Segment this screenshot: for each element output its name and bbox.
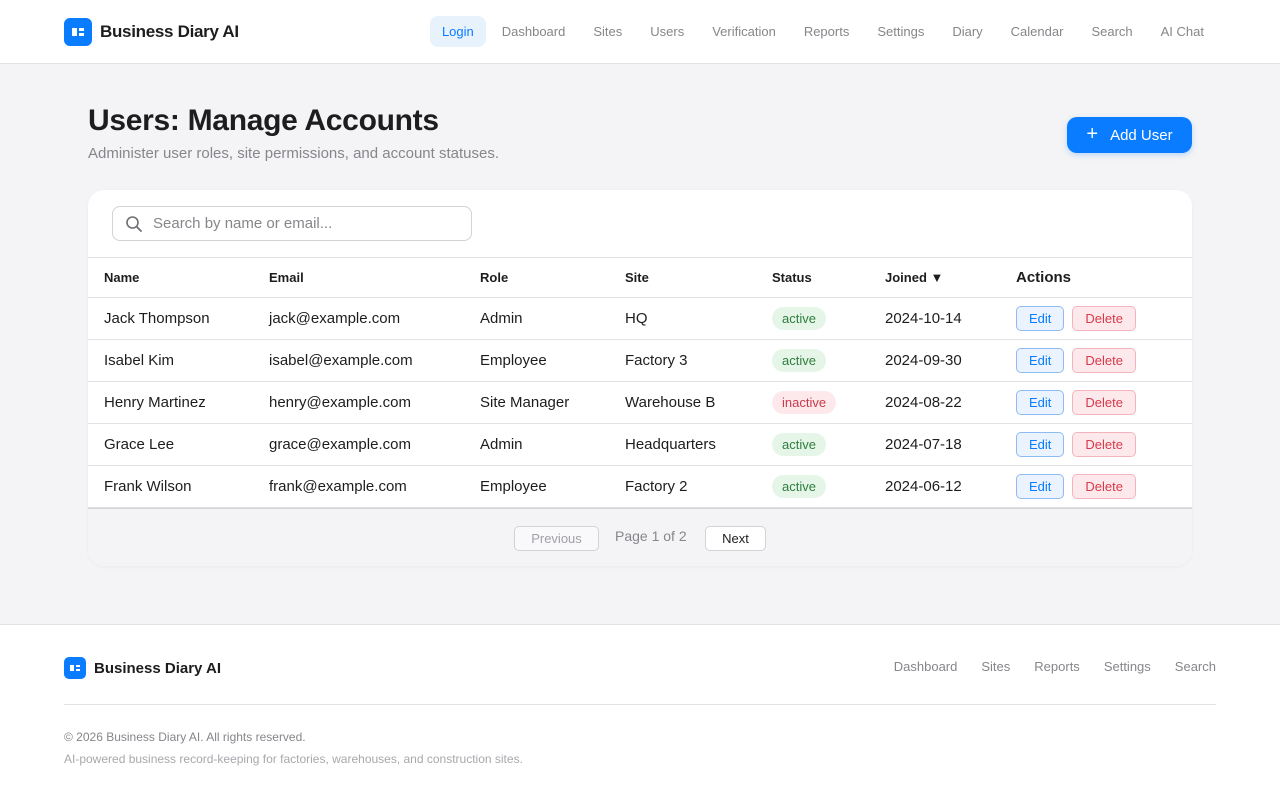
search-box[interactable]	[112, 206, 472, 241]
cell-joined: 2024-06-12	[885, 478, 962, 495]
nav-login[interactable]: Login	[429, 16, 486, 47]
cell-joined: 2024-07-18	[885, 436, 962, 453]
status-badge: inactive	[772, 391, 837, 414]
search-icon	[126, 216, 142, 232]
page-title: Users: Manage Accounts	[88, 104, 439, 137]
footer: Business Diary AI Dashboard Sites Report…	[0, 624, 1280, 800]
edit-button[interactable]: Edit	[1016, 432, 1065, 457]
cell-site: Headquarters	[625, 436, 716, 453]
table-row: Frank Wilson frank@example.com Employee …	[88, 466, 1192, 508]
footer-link-sites[interactable]: Sites	[981, 659, 1010, 674]
users-table: Name Email Role Site Status Joined ▼ Act…	[88, 257, 1192, 508]
cell-joined: 2024-08-22	[885, 394, 962, 411]
footer-link-dashboard[interactable]: Dashboard	[894, 659, 958, 674]
nav-verification[interactable]: Verification	[700, 16, 788, 47]
cell-email: jack@example.com	[269, 310, 401, 327]
delete-button[interactable]: Delete	[1072, 390, 1136, 415]
status-badge: active	[772, 433, 826, 456]
top-header: Business Diary AI Login Dashboard Sites …	[0, 0, 1280, 64]
cell-role: Admin	[480, 310, 523, 327]
cell-site: HQ	[625, 310, 648, 327]
status-badge: active	[772, 349, 826, 372]
table-header-row: Name Email Role Site Status Joined ▼ Act…	[88, 257, 1192, 298]
cell-joined: 2024-09-30	[885, 352, 962, 369]
nav-reports[interactable]: Reports	[792, 16, 862, 47]
next-page-button[interactable]: Next	[705, 526, 766, 551]
logo-icon	[64, 657, 86, 679]
delete-button[interactable]: Delete	[1072, 306, 1136, 331]
cell-site: Factory 3	[625, 352, 688, 369]
col-header-actions: Actions	[1016, 269, 1072, 286]
cell-role: Admin	[480, 436, 523, 453]
cell-role: Site Manager	[480, 394, 570, 411]
col-header-joined[interactable]: Joined ▼	[869, 258, 1000, 298]
footer-tagline: AI-powered business record-keeping for f…	[64, 752, 523, 766]
nav-ai-chat[interactable]: AI Chat	[1149, 16, 1216, 47]
col-header-site[interactable]: Site	[609, 258, 756, 298]
delete-button[interactable]: Delete	[1072, 474, 1136, 499]
add-user-button[interactable]: + Add User	[1067, 117, 1192, 153]
logo-icon	[64, 18, 92, 46]
nav-diary[interactable]: Diary	[940, 16, 994, 47]
brand-name: Business Diary AI	[100, 22, 239, 41]
cell-site: Warehouse B	[625, 394, 716, 411]
cell-joined: 2024-10-14	[885, 310, 962, 327]
footer-divider	[64, 704, 1216, 705]
footer-brand[interactable]: Business Diary AI	[64, 657, 221, 679]
users-card: Name Email Role Site Status Joined ▼ Act…	[88, 190, 1192, 566]
pagination: Previous Page 1 of 2 Next	[88, 508, 1192, 566]
cell-name: Isabel Kim	[104, 352, 175, 369]
nav-users[interactable]: Users	[638, 16, 696, 47]
footer-copyright: © 2026 Business Diary AI. All rights res…	[64, 730, 306, 744]
nav-settings[interactable]: Settings	[865, 16, 936, 47]
page-indicator: Page 1 of 2	[615, 528, 687, 544]
status-badge: active	[772, 307, 826, 330]
cell-name: Frank Wilson	[104, 478, 192, 495]
col-header-status[interactable]: Status	[756, 258, 869, 298]
cell-email: grace@example.com	[269, 436, 411, 453]
cell-role: Employee	[480, 352, 547, 369]
footer-link-reports[interactable]: Reports	[1034, 659, 1080, 674]
page-subtitle: Administer user roles, site permissions,…	[88, 145, 500, 162]
footer-links: Dashboard Sites Reports Settings Search	[870, 659, 1216, 674]
footer-brand-name: Business Diary AI	[94, 659, 221, 677]
nav-calendar[interactable]: Calendar	[999, 16, 1076, 47]
edit-button[interactable]: Edit	[1016, 348, 1065, 373]
main-nav: Login Dashboard Sites Users Verification…	[426, 16, 1216, 47]
cell-site: Factory 2	[625, 478, 688, 495]
table-row: Isabel Kim isabel@example.com Employee F…	[88, 340, 1192, 382]
cell-email: isabel@example.com	[269, 352, 413, 369]
footer-link-search[interactable]: Search	[1175, 659, 1216, 674]
table-row: Henry Martinez henry@example.com Site Ma…	[88, 382, 1192, 424]
delete-button[interactable]: Delete	[1072, 432, 1136, 457]
edit-button[interactable]: Edit	[1016, 390, 1065, 415]
cell-name: Grace Lee	[104, 436, 175, 453]
table-row: Jack Thompson jack@example.com Admin HQ …	[88, 298, 1192, 340]
cell-role: Employee	[480, 478, 547, 495]
previous-page-button[interactable]: Previous	[514, 526, 599, 551]
cell-name: Jack Thompson	[104, 310, 210, 327]
cell-name: Henry Martinez	[104, 394, 206, 411]
footer-link-settings[interactable]: Settings	[1104, 659, 1151, 674]
edit-button[interactable]: Edit	[1016, 306, 1065, 331]
nav-sites[interactable]: Sites	[581, 16, 634, 47]
nav-search[interactable]: Search	[1079, 16, 1144, 47]
col-header-role[interactable]: Role	[464, 258, 609, 298]
add-user-label: Add User	[1110, 126, 1173, 144]
plus-icon: +	[1086, 123, 1099, 145]
delete-button[interactable]: Delete	[1072, 348, 1136, 373]
search-input[interactable]	[153, 207, 463, 240]
brand[interactable]: Business Diary AI	[64, 18, 239, 46]
cell-email: henry@example.com	[269, 394, 411, 411]
nav-dashboard[interactable]: Dashboard	[490, 16, 578, 47]
status-badge: active	[772, 475, 826, 498]
edit-button[interactable]: Edit	[1016, 474, 1065, 499]
col-header-name[interactable]: Name	[88, 258, 253, 298]
col-header-email[interactable]: Email	[253, 258, 464, 298]
cell-email: frank@example.com	[269, 478, 407, 495]
table-row: Grace Lee grace@example.com Admin Headqu…	[88, 424, 1192, 466]
